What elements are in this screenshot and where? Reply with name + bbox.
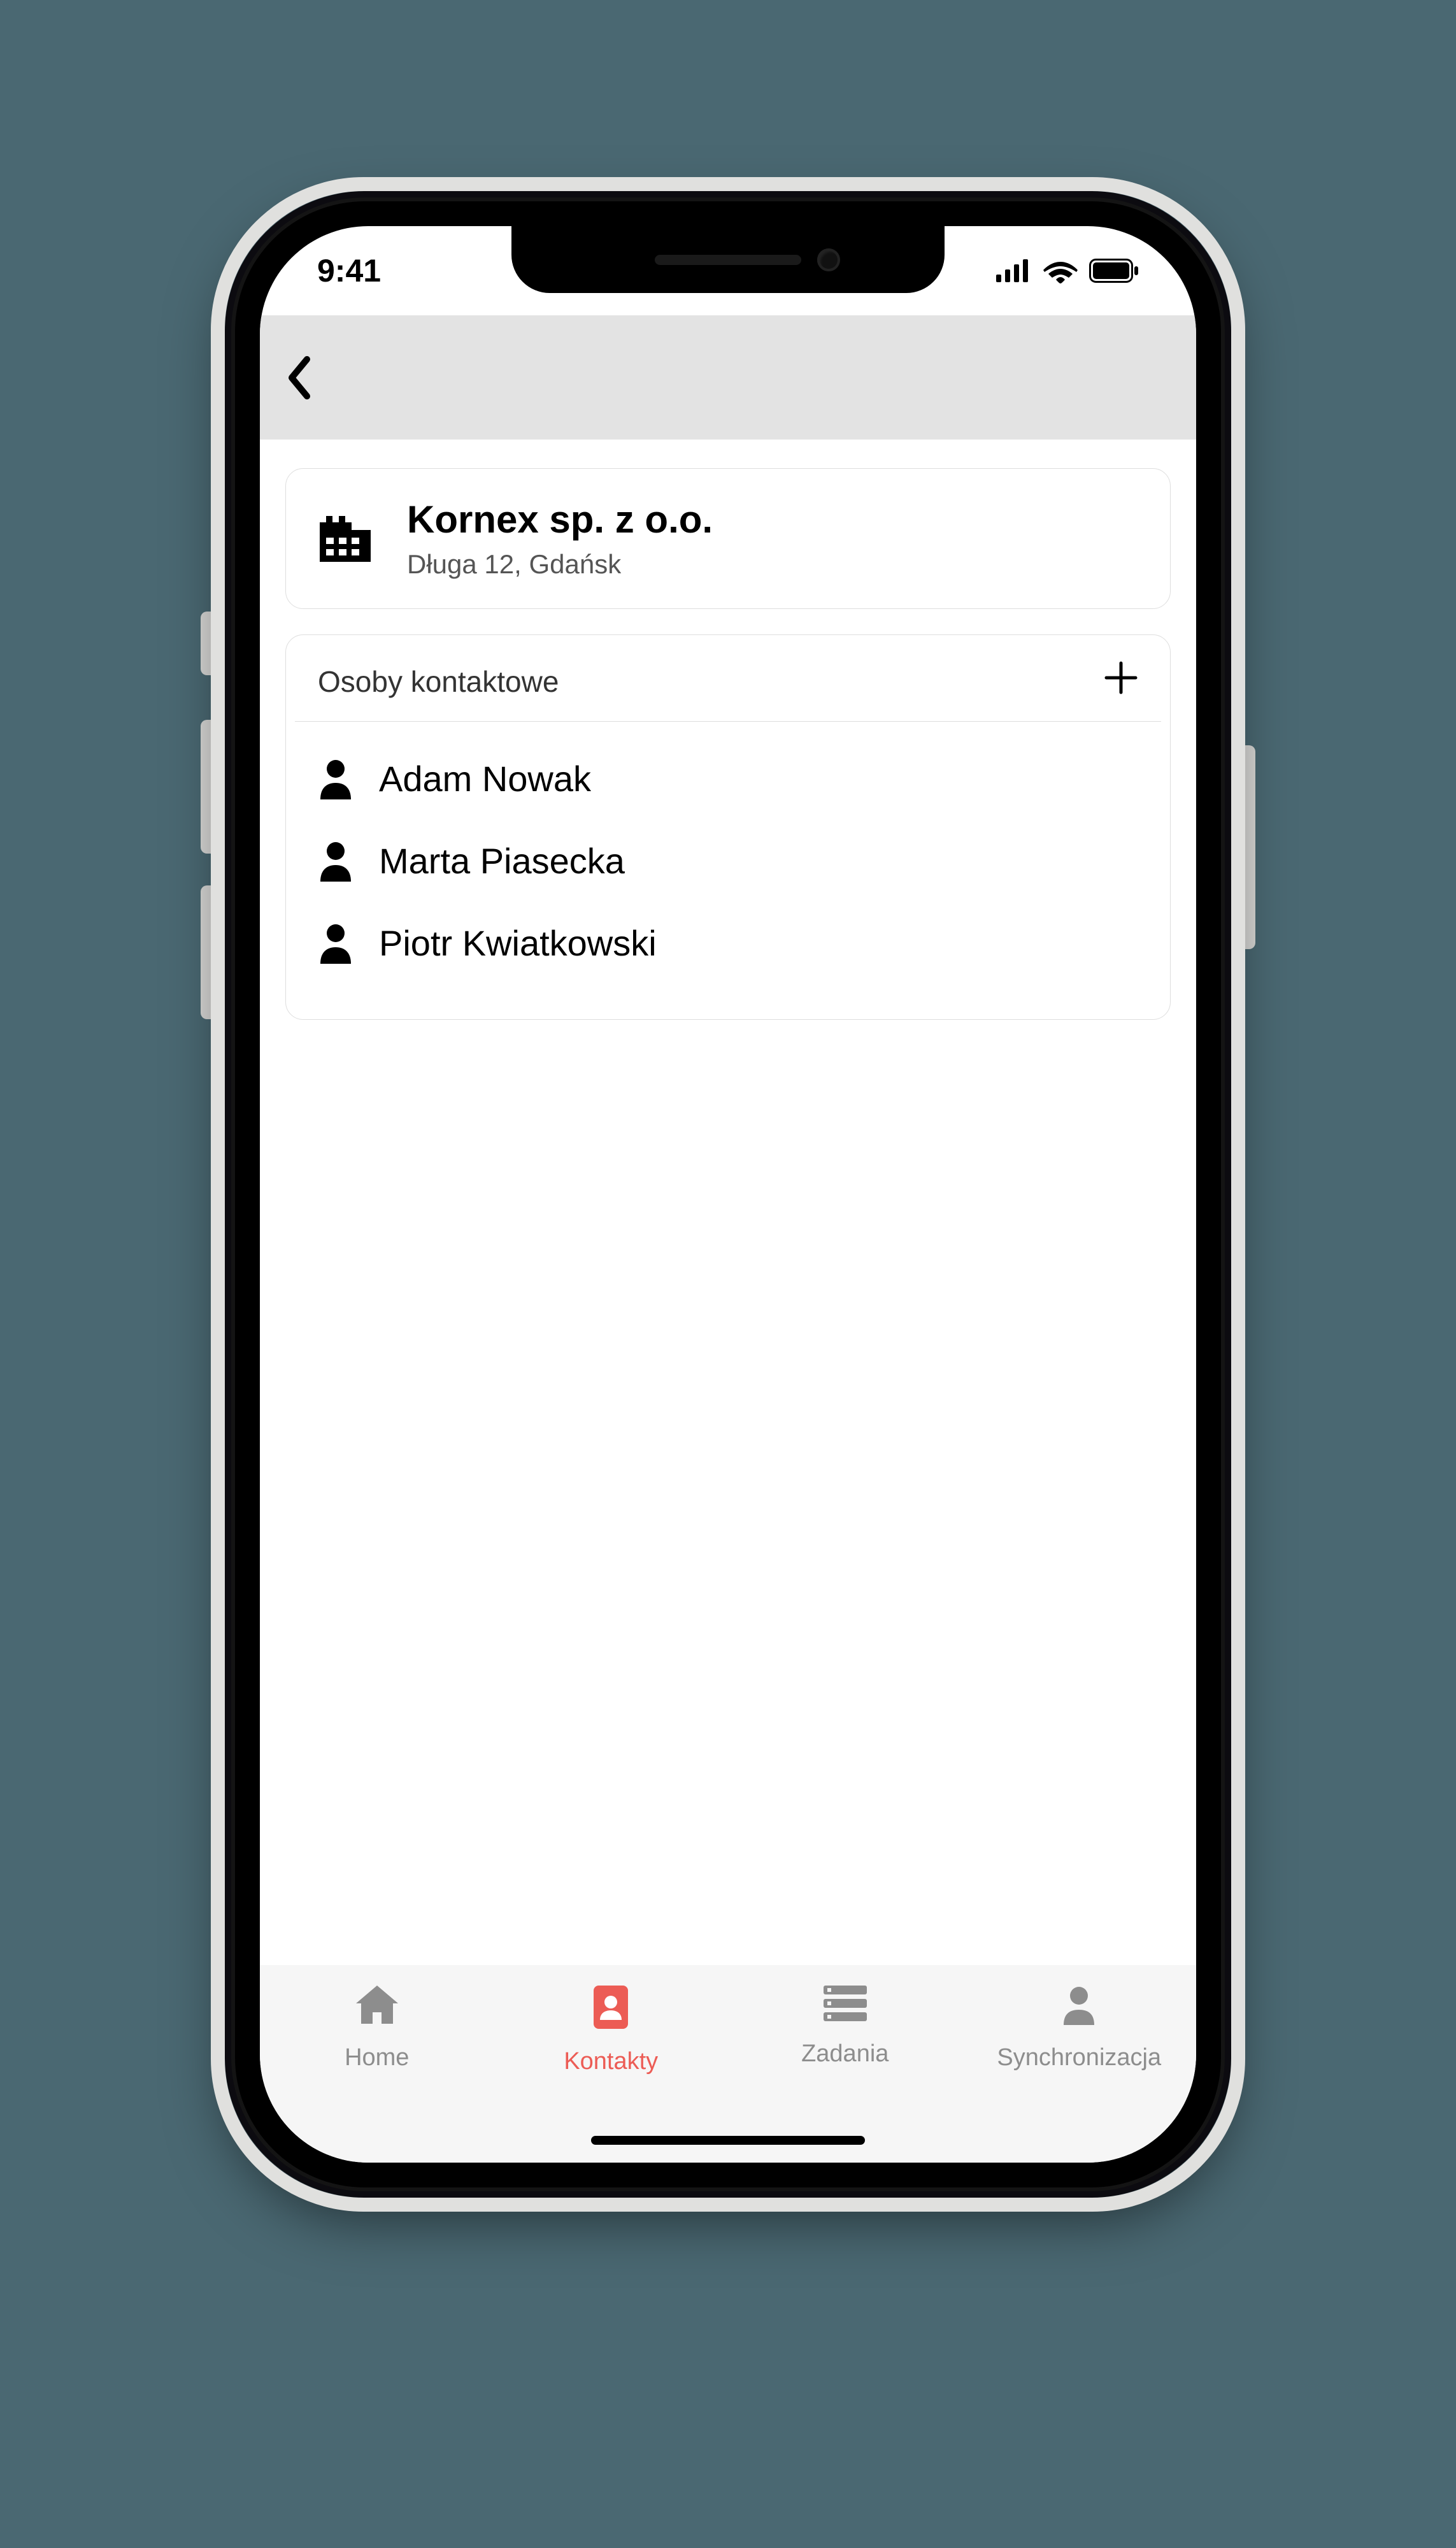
notch [511,226,945,293]
contacts-card: Osoby kontaktowe Adam Nowak [285,634,1171,1020]
contact-name: Piotr Kwiatkowski [379,922,657,964]
contacts-header: Osoby kontaktowe [286,635,1170,721]
sync-icon [1060,1984,1098,2033]
tab-sync[interactable]: Synchronizacja [962,1984,1197,2163]
clock: 9:41 [317,252,381,289]
person-icon [318,841,353,882]
contacts-icon [590,1984,632,2036]
battery-icon [1089,259,1139,283]
tab-bar: Home Kontakty Zadania [260,1965,1196,2163]
mute-switch [201,612,215,675]
screen: 9:41 [260,226,1196,2163]
tab-label: Synchronizacja [997,2044,1161,2072]
tab-label: Kontakty [564,2048,658,2075]
contacts-title: Osoby kontaktowe [318,664,559,699]
nav-bar [260,315,1196,440]
contact-row[interactable]: Marta Piasecka [318,820,1138,902]
phone-frame: 9:41 [225,191,1231,2198]
tab-home[interactable]: Home [260,1984,494,2163]
volume-down-button [201,885,215,1019]
person-icon [318,923,353,964]
home-indicator[interactable] [591,2136,865,2145]
status-right [996,258,1139,283]
tab-label: Home [345,2044,409,2072]
person-icon [318,759,353,799]
tab-label: Zadania [801,2040,889,2068]
company-address: Długa 12, Gdańsk [407,549,713,580]
company-name: Kornex sp. z o.o. [407,497,713,541]
company-card[interactable]: Kornex sp. z o.o. Długa 12, Gdańsk [285,468,1171,609]
back-button[interactable] [285,355,313,400]
company-info: Kornex sp. z o.o. Długa 12, Gdańsk [407,497,713,580]
add-contact-button[interactable] [1104,661,1138,702]
contact-name: Marta Piasecka [379,840,625,882]
contact-name: Adam Nowak [379,758,591,799]
contact-row[interactable]: Adam Nowak [318,738,1138,820]
volume-up-button [201,720,215,854]
cellular-icon [996,259,1032,282]
wifi-icon [1043,258,1078,283]
company-icon [315,508,375,569]
contact-row[interactable]: Piotr Kwiatkowski [318,902,1138,984]
home-icon [353,1984,401,2033]
content: Kornex sp. z o.o. Długa 12, Gdańsk Osoby… [260,440,1196,1020]
phone-bezel: 9:41 [231,197,1225,2191]
tasks-icon [822,1984,868,2029]
speaker-grill [655,255,801,265]
side-button [1241,745,1255,949]
contact-list: Adam Nowak Marta Piasecka [286,722,1170,1019]
front-camera [817,248,840,271]
